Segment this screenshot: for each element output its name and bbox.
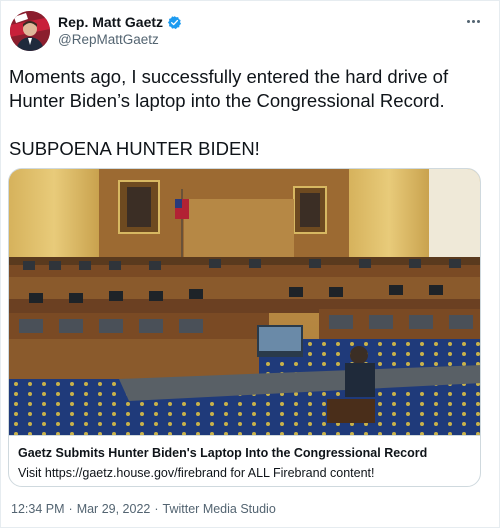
author-display-name[interactable]: Rep. Matt Gaetz [58, 14, 163, 30]
tweet-text: Moments ago, I successfully entered the … [9, 66, 449, 159]
avatar[interactable] [10, 11, 50, 51]
card-title[interactable]: Gaetz Submits Hunter Biden's Laptop Into… [18, 445, 473, 461]
meta-separator: · [154, 502, 159, 516]
card-body[interactable]: Gaetz Submits Hunter Biden's Laptop Into… [9, 435, 480, 486]
tweet-time[interactable]: 12:34 PM [11, 501, 65, 517]
tweet: Rep. Matt Gaetz @RepMattGaetz Moments ag… [0, 0, 500, 528]
link-card[interactable]: Gaetz Submits Hunter Biden's Laptop Into… [8, 168, 481, 487]
meta-separator: · [68, 502, 73, 516]
card-media-image [9, 169, 480, 435]
avatar-image [10, 11, 50, 51]
verified-badge-icon [167, 15, 182, 30]
name-row: Rep. Matt Gaetz [58, 14, 182, 30]
tweet-meta: 12:34 PM · Mar 29, 2022 · Twitter Media … [11, 501, 276, 517]
more-options-icon[interactable] [461, 9, 485, 33]
author-handle[interactable]: @RepMattGaetz [58, 32, 182, 48]
tweet-source[interactable]: Twitter Media Studio [163, 501, 276, 517]
author-block: Rep. Matt Gaetz @RepMattGaetz [58, 14, 182, 48]
tweet-date[interactable]: Mar 29, 2022 [77, 501, 151, 517]
card-description: Visit https://gaetz.house.gov/firebrand … [18, 466, 375, 480]
